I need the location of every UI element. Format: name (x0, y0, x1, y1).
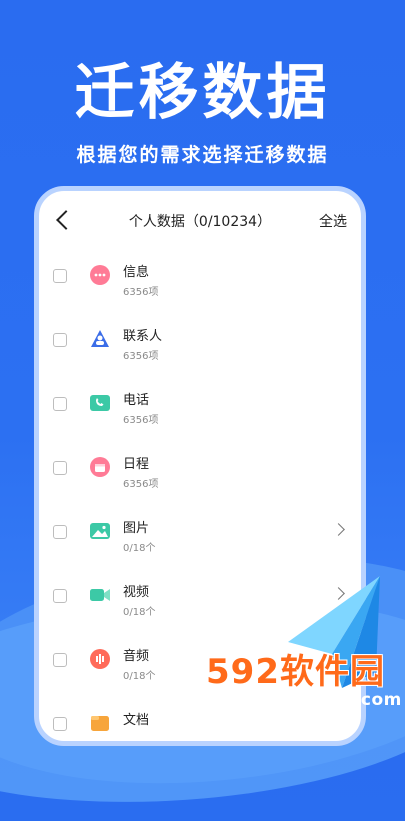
item-label: 信息 (123, 265, 150, 280)
item-label: 音频 (123, 649, 150, 664)
list-item[interactable]: 信息 6356项 (39, 247, 361, 311)
list-item[interactable]: 日程 6356项 (39, 439, 361, 503)
calendar-icon (90, 457, 110, 477)
list-item[interactable]: 电话 6356项 (39, 375, 361, 439)
document-icon (91, 716, 109, 731)
watermark-logo: 592软件园 (206, 652, 385, 692)
page-title: 个人数据（0/10234） (128, 214, 272, 230)
item-count: 6356项 (123, 479, 159, 490)
video-icon (90, 589, 110, 601)
item-label: 联系人 (123, 329, 163, 344)
top-bar: 个人数据（0/10234） 全选 (39, 191, 361, 249)
item-count: 0/18个 (123, 543, 156, 554)
item-count: 6356项 (123, 287, 159, 298)
item-label: 电话 (123, 393, 150, 408)
checkbox[interactable] (53, 461, 67, 475)
item-label: 视频 (123, 585, 150, 600)
subline: 根据您的需求选择迁移数据 (76, 144, 329, 166)
checkbox[interactable] (53, 717, 67, 731)
item-label: 日程 (123, 457, 150, 472)
chevron-right-icon[interactable] (332, 523, 345, 536)
item-count: 0/18个 (123, 671, 156, 682)
checkbox[interactable] (53, 269, 67, 283)
list-item[interactable]: 联系人 6356项 (39, 311, 361, 375)
watermark: 592软件园 www.592xiazai.com (200, 644, 405, 720)
item-count: 6356项 (123, 351, 159, 362)
select-all-button[interactable]: 全选 (319, 211, 347, 231)
list-item[interactable]: 图片 0/18个 (39, 503, 361, 567)
watermark-url: www.592xiazai.com (204, 690, 402, 710)
contact-icon (91, 330, 109, 347)
item-count: 6356项 (123, 415, 159, 426)
checkbox[interactable] (53, 333, 67, 347)
image-icon (90, 523, 110, 539)
checkbox[interactable] (53, 589, 67, 603)
headline: 迁移数据 (74, 58, 331, 128)
audio-icon (90, 649, 110, 669)
checkbox[interactable] (53, 525, 67, 539)
item-label: 图片 (123, 521, 150, 536)
checkbox[interactable] (53, 397, 67, 411)
message-icon (90, 265, 110, 285)
item-label: 文档 (123, 713, 150, 728)
phone-icon (90, 395, 110, 411)
item-count: 0/18个 (123, 607, 156, 618)
checkbox[interactable] (53, 653, 67, 667)
